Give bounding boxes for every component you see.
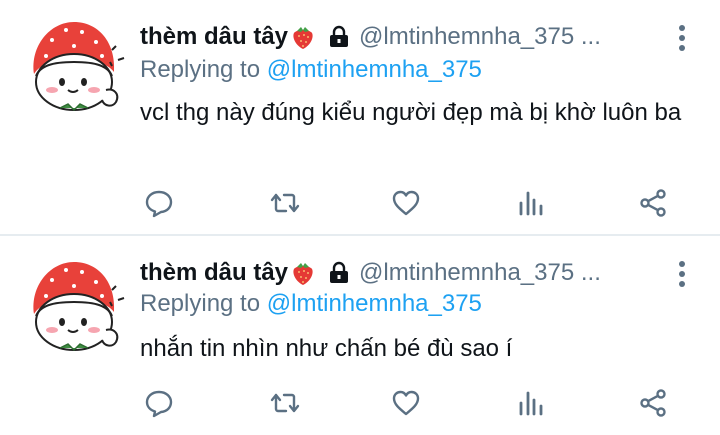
author-handle[interactable]: @lmtinhemnha_375 ... <box>359 23 601 51</box>
more-options-icon[interactable] <box>678 260 686 288</box>
avatar[interactable] <box>22 256 126 360</box>
replying-handle-link[interactable]: @lmtinhemnha_375 <box>267 290 482 317</box>
tweet[interactable]: thèm dâu tây @lmtinhemnha_375 ... Replyi… <box>0 0 720 234</box>
analytics-icon <box>516 388 546 418</box>
analytics-button[interactable] <box>514 386 548 420</box>
retweet-icon <box>270 188 300 218</box>
author-name[interactable]: thèm dâu tây <box>140 23 288 51</box>
tweet[interactable]: thèm dâu tây @lmtinhemnha_375 ... Replyi… <box>0 236 720 435</box>
replying-handle-link[interactable]: @lmtinhemnha_375 <box>267 56 482 83</box>
strawberry-icon <box>289 259 317 287</box>
tweet-header: thèm dâu tây @lmtinhemnha_375 ... <box>140 22 674 52</box>
action-bar <box>140 186 680 220</box>
lock-icon <box>327 261 351 285</box>
replying-to: Replying to @lmtinhemnha_375 <box>140 290 482 318</box>
like-icon <box>391 188 421 218</box>
like-icon <box>391 388 421 418</box>
share-icon <box>638 388 668 418</box>
reply-button[interactable] <box>142 186 176 220</box>
lock-icon <box>327 25 351 49</box>
retweet-icon <box>270 388 300 418</box>
author-handle[interactable]: @lmtinhemnha_375 ... <box>359 259 601 287</box>
like-button[interactable] <box>389 186 423 220</box>
analytics-button[interactable] <box>514 186 548 220</box>
replying-prefix: Replying to <box>140 56 261 83</box>
replying-to: Replying to @lmtinhemnha_375 <box>140 56 482 84</box>
action-bar <box>140 386 680 420</box>
like-button[interactable] <box>389 386 423 420</box>
share-icon <box>638 188 668 218</box>
tweet-text: nhắn tin nhìn như chấn bé đù sao í <box>140 335 513 362</box>
replying-prefix: Replying to <box>140 290 261 317</box>
reply-icon <box>144 188 174 218</box>
reply-icon <box>144 388 174 418</box>
strawberry-icon <box>289 23 317 51</box>
reply-button[interactable] <box>142 386 176 420</box>
tweet-header: thèm dâu tây @lmtinhemnha_375 ... <box>140 258 674 288</box>
retweet-button[interactable] <box>268 186 302 220</box>
share-button[interactable] <box>636 386 670 420</box>
author-name[interactable]: thèm dâu tây <box>140 259 288 287</box>
analytics-icon <box>516 188 546 218</box>
share-button[interactable] <box>636 186 670 220</box>
avatar[interactable] <box>22 16 126 120</box>
tweet-text: vcl thg này đúng kiểu người đẹp mà bị kh… <box>140 99 682 126</box>
retweet-button[interactable] <box>268 386 302 420</box>
more-options-icon[interactable] <box>678 24 686 52</box>
